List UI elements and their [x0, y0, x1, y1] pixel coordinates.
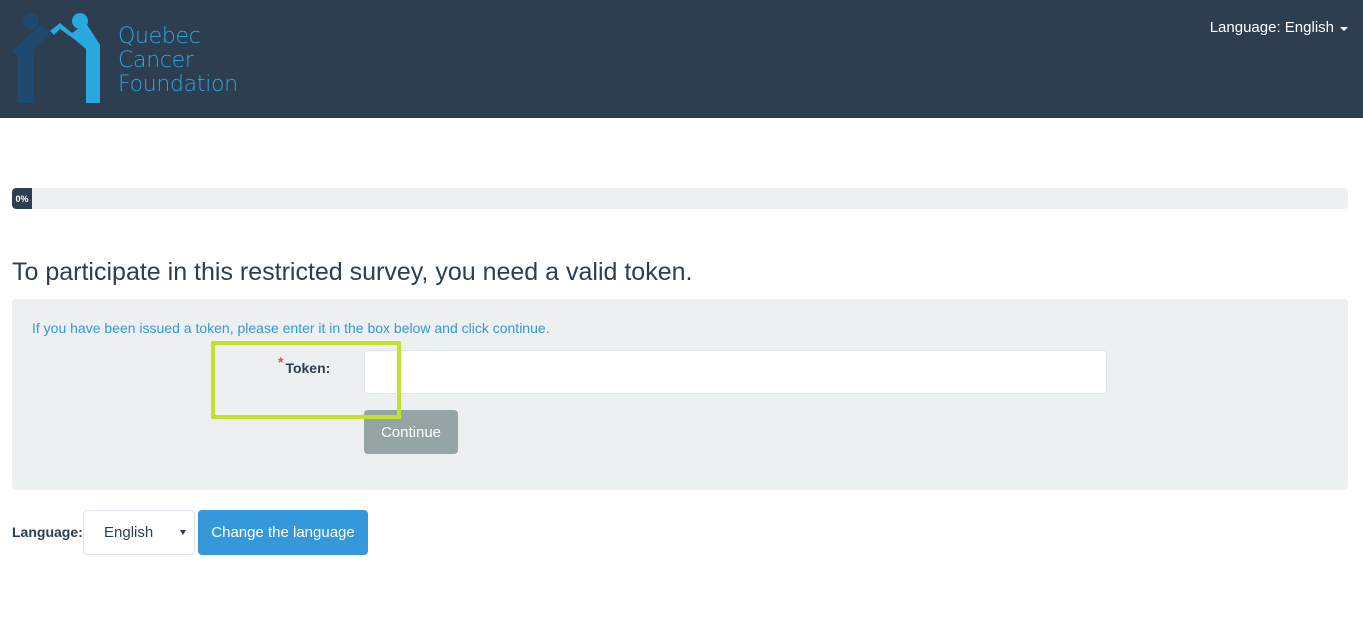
language-menu-label: Language: English [1209, 19, 1334, 36]
language-select-label: Language: [12, 524, 83, 540]
logo-line-quebec: Quebec [118, 24, 201, 49]
caret-down-icon [1340, 26, 1348, 31]
logo-line-cancer: Cancer [118, 48, 194, 73]
language-select-value: English [104, 524, 154, 541]
required-asterisk: * [278, 354, 284, 370]
change-language-button[interactable]: Change the language [198, 510, 368, 555]
language-dropdown-toggle[interactable]: Language: English [1210, 19, 1348, 36]
continue-button[interactable]: Continue [364, 410, 458, 454]
token-form-panel: If you have been issued a token, please … [12, 299, 1348, 490]
logo-line-foundation: Foundation [118, 72, 238, 97]
language-select[interactable]: English [83, 510, 195, 555]
token-input[interactable] [364, 350, 1107, 394]
select-arrow-icon [180, 530, 186, 535]
token-label: * Token: [278, 354, 331, 376]
quebec-cancer-foundation-logo[interactable]: Quebec Cancer Foundation [10, 11, 250, 105]
token-instructions: If you have been issued a token, please … [32, 320, 550, 336]
house-people-logo-icon [12, 13, 100, 103]
page-title: To participate in this restricted survey… [12, 258, 693, 286]
progress-label: 0% [15, 193, 29, 204]
logo-text: Quebec Cancer Foundation [118, 25, 238, 97]
survey-progress: 0% [12, 188, 1348, 209]
site-header: Quebec Cancer Foundation Language: Engli… [0, 0, 1363, 118]
progress-bar-fill: 0% [12, 188, 32, 209]
token-label-text: Token: [285, 360, 331, 376]
